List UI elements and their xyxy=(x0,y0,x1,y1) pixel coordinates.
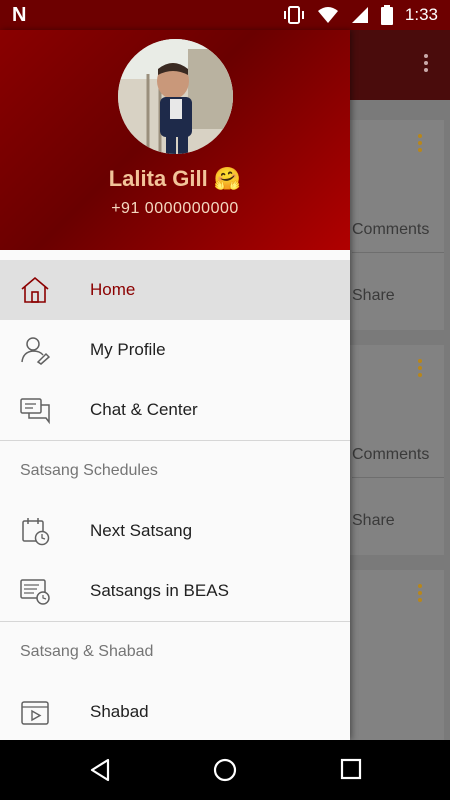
menu-item-my-profile[interactable]: My Profile xyxy=(0,320,350,380)
user-phone: +91 0000000000 xyxy=(111,200,239,217)
battery-icon xyxy=(380,5,393,25)
home-icon xyxy=(21,276,49,303)
menu-item-next-satsang[interactable]: Next Satsang xyxy=(0,501,350,561)
menu-item-label: Chat & Center xyxy=(90,400,198,419)
menu-item-label: Home xyxy=(90,280,136,299)
menu-item-label: Next Satsang xyxy=(90,521,193,540)
recents-icon[interactable] xyxy=(340,758,362,780)
menu-item-satsangs-in-beas[interactable]: Satsangs in BEAS xyxy=(0,561,350,621)
section-title-satsang-shabad: Satsang & Shabad xyxy=(20,643,154,660)
overflow-menu-icon xyxy=(424,54,428,75)
navigation-drawer: Lalita Gill 🤗 +91 0000000000 Home My Pro… xyxy=(0,30,350,740)
home-circle-icon[interactable] xyxy=(213,758,237,782)
vibrate-icon xyxy=(283,6,304,24)
calendar-clock-icon xyxy=(22,518,50,546)
status-bar: N 1:33 xyxy=(0,0,450,30)
menu-item-label: Satsangs in BEAS xyxy=(90,581,229,600)
schedule-list-icon xyxy=(20,579,50,605)
card-menu-icon xyxy=(418,359,422,380)
menu-item-chat-center[interactable]: Chat & Center xyxy=(0,380,350,440)
section-title-satsang-schedules: Satsang Schedules xyxy=(20,462,158,479)
wifi-icon xyxy=(317,7,338,23)
clock: 1:33 xyxy=(404,5,438,24)
drawer-menu: Home My Profile Chat & Center Satsang Sc… xyxy=(0,260,350,740)
share-label: Share xyxy=(352,287,395,304)
menu-item-label: My Profile xyxy=(90,340,166,359)
chat-icon xyxy=(20,398,50,425)
card-menu-icon xyxy=(418,134,422,155)
share-label: Share xyxy=(352,512,395,529)
n-notification-icon: N xyxy=(12,3,27,26)
avatar[interactable] xyxy=(118,39,233,154)
system-navigation-bar xyxy=(0,740,450,800)
menu-item-shabad[interactable]: Shabad xyxy=(0,682,350,740)
menu-item-home[interactable]: Home xyxy=(0,260,350,320)
user-name: Lalita Gill 🤗 xyxy=(108,166,242,191)
profile-icon xyxy=(21,337,50,365)
comments-label: Comments xyxy=(352,446,430,463)
signal-icon xyxy=(351,7,368,23)
video-play-icon xyxy=(21,701,49,725)
card-menu-icon xyxy=(418,584,422,605)
comments-label: Comments xyxy=(352,221,430,238)
drawer-header: Lalita Gill 🤗 +91 0000000000 xyxy=(0,30,350,250)
menu-item-label: Shabad xyxy=(90,702,149,721)
back-icon[interactable] xyxy=(89,758,111,782)
